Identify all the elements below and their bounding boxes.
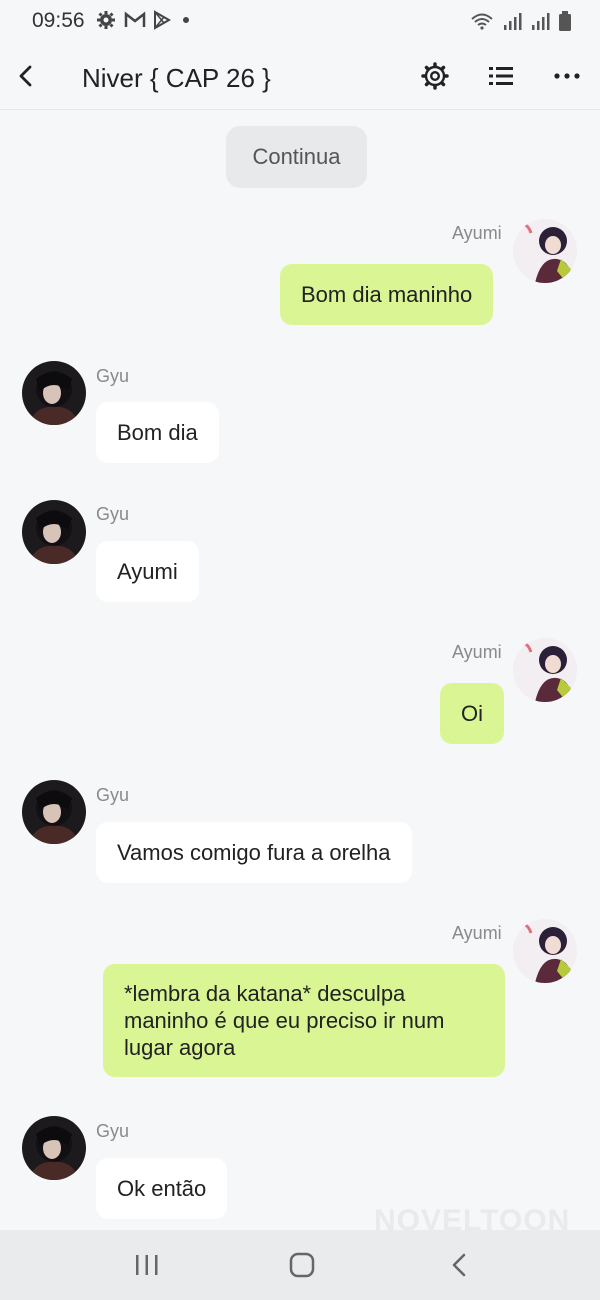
sender-name: Gyu [96, 366, 130, 386]
chat-area[interactable]: Continua Ayumi Bom dia maninho Gyu Bom d… [0, 110, 600, 1237]
play-store-icon [152, 10, 172, 30]
sender-name: Gyu [96, 785, 130, 805]
app-bar: Niver { CAP 26 } [0, 44, 600, 110]
status-bar: 09:56 [0, 0, 600, 44]
message-bubble: Oi [440, 683, 504, 744]
message-bubble: Ok então [96, 1158, 228, 1219]
more-icon[interactable] [551, 61, 585, 91]
wifi-icon [470, 11, 494, 36]
message-bubble: Vamos comigo fura a orelha [96, 822, 412, 883]
sender-name: Gyu [96, 1121, 130, 1141]
list-icon[interactable] [486, 61, 516, 91]
message-bubble: Ayumi [96, 541, 199, 602]
sender-name: Ayumi [452, 923, 502, 943]
signal-icon [530, 11, 550, 36]
page-title: Niver { CAP 26 } [82, 63, 271, 93]
sender-name: Ayumi [452, 642, 502, 662]
nav-back-icon[interactable] [446, 1251, 474, 1279]
avatar[interactable] [22, 1116, 86, 1180]
avatar[interactable] [513, 638, 577, 702]
settings-gear-icon [96, 10, 116, 30]
battery-icon [558, 10, 572, 37]
dot-icon [180, 10, 200, 30]
sender-name: Ayumi [452, 223, 502, 243]
status-time: 09:56 [32, 9, 85, 32]
gmail-icon [124, 10, 146, 30]
settings-icon[interactable] [420, 61, 450, 91]
status-right-icons [470, 10, 572, 37]
sender-name: Gyu [96, 504, 130, 524]
signal-icon [502, 11, 522, 36]
message-bubble: Bom dia [96, 402, 219, 463]
system-nav-bar [0, 1230, 600, 1300]
back-arrow-icon[interactable] [10, 58, 46, 94]
avatar[interactable] [22, 500, 86, 564]
avatar[interactable] [22, 780, 86, 844]
home-icon[interactable] [288, 1251, 316, 1279]
message-bubble: Bom dia maninho [280, 264, 494, 325]
avatar[interactable] [513, 219, 577, 283]
avatar[interactable] [513, 919, 577, 983]
message-bubble: *lembra da katana* desculpa maninho é qu… [103, 964, 505, 1077]
continue-button[interactable]: Continua [226, 126, 367, 188]
recent-apps-icon[interactable] [132, 1251, 162, 1279]
status-left-icons [96, 10, 200, 30]
avatar[interactable] [22, 361, 86, 425]
